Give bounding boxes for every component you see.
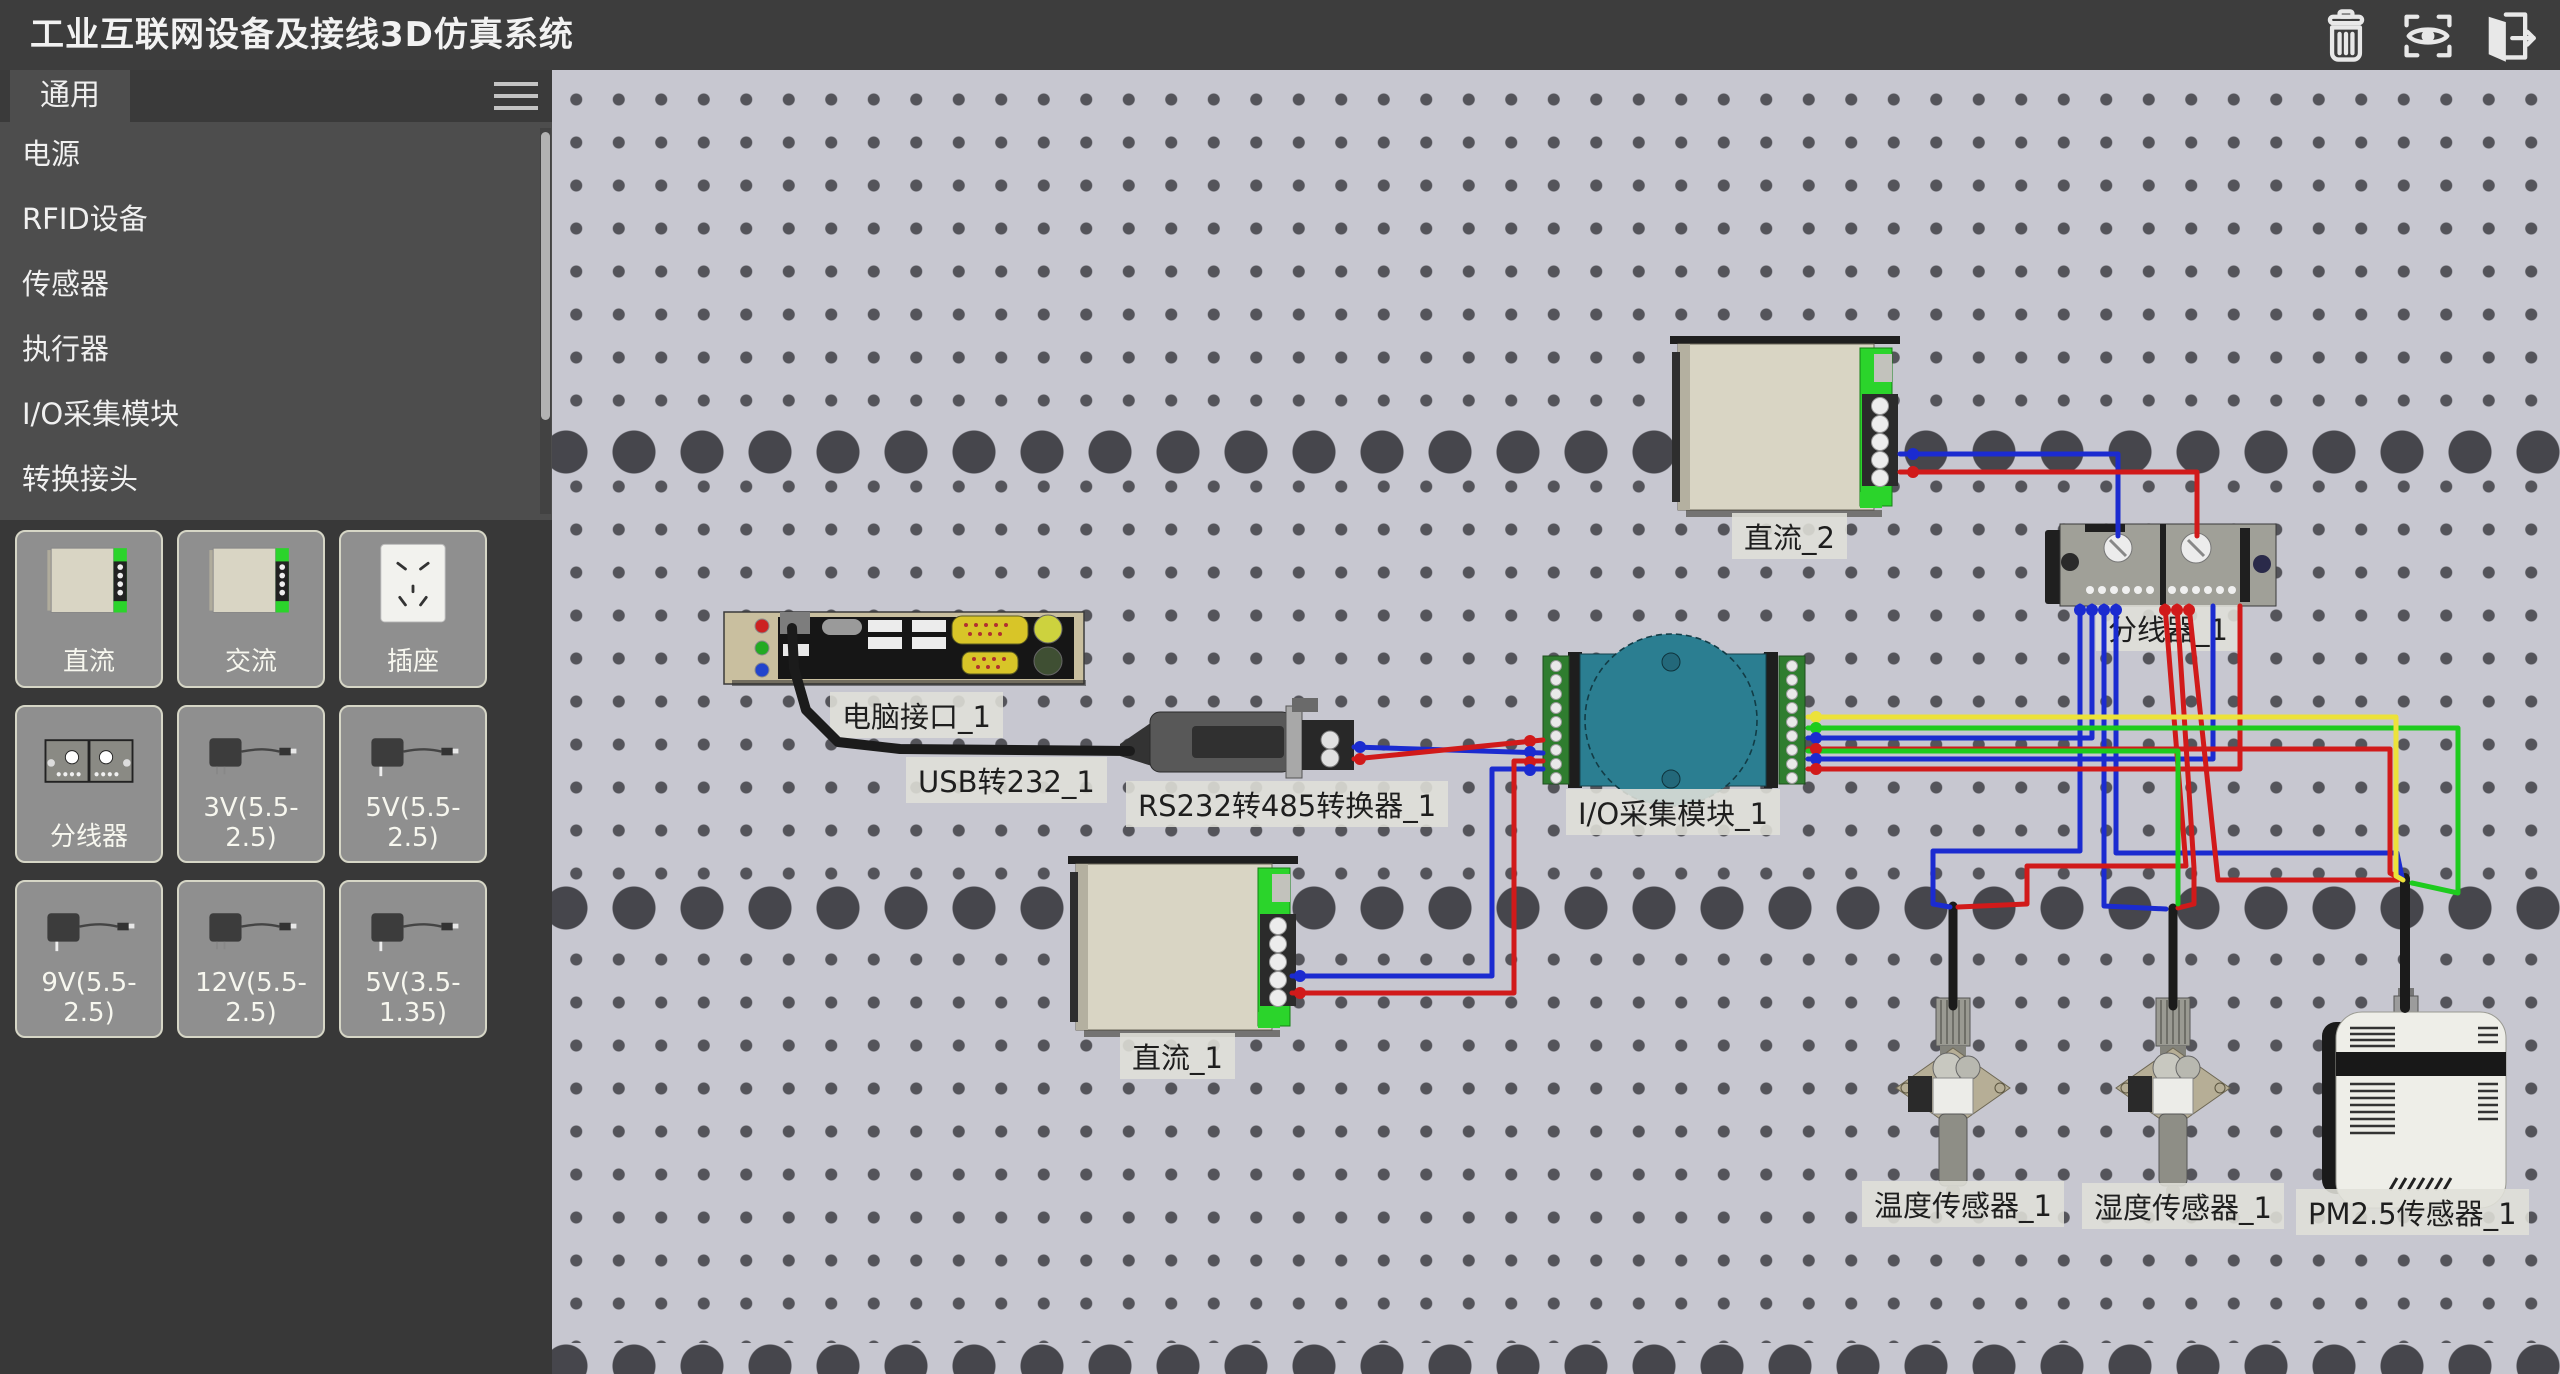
label-pm25-sensor: PM2.5传感器_1 <box>2296 1189 2529 1235</box>
pegboard-big-dot-band <box>552 1343 2560 1374</box>
tile-label: 3V(5.5-2.5) <box>179 793 323 853</box>
tile-label: 5V(3.5-1.35) <box>341 968 485 1028</box>
label-rs232-485: RS232转485转换器_1 <box>1126 781 1448 827</box>
label-splitter: 分线器_1 <box>2096 605 2240 651</box>
label-dc-2: 直流_2 <box>1732 513 1847 559</box>
label-humidity-sensor: 湿度传感器_1 <box>2082 1183 2284 1229</box>
dc-module-thumb <box>19 536 159 636</box>
category-rfid[interactable]: RFID设备 <box>0 187 552 252</box>
tile-label: 5V(5.5-2.5) <box>341 793 485 853</box>
tile-dc[interactable]: 直流 <box>15 530 163 688</box>
tab-general[interactable]: 通用 <box>10 70 130 122</box>
tile-adapter-12v[interactable]: 12V(5.5-2.5) <box>177 880 325 1038</box>
menu-icon[interactable] <box>494 82 538 110</box>
ac-module-thumb <box>181 536 321 636</box>
splitter-thumb <box>19 711 159 811</box>
tile-label: 交流 <box>179 641 323 678</box>
app-window: 电脑接口_1 USB转232_1 RS232转485转换器_1 直流_1 直流_… <box>0 0 2560 1374</box>
sidebar-tab-row: 通用 <box>0 70 552 122</box>
category-list: 电源 RFID设备 传感器 执行器 I/O采集模块 转换接头 <box>0 122 552 520</box>
socket-thumb <box>343 536 483 636</box>
pegboard-big-dot-band <box>552 885 2560 931</box>
tile-label: 插座 <box>341 641 485 678</box>
tile-label: 直流 <box>17 641 161 678</box>
tile-label: 分线器 <box>17 816 161 853</box>
sidebar-scrollbar[interactable] <box>540 128 551 514</box>
scrollbar-thumb[interactable] <box>541 132 550 420</box>
label-io-module: I/O采集模块_1 <box>1566 789 1780 835</box>
category-actuator[interactable]: 执行器 <box>0 317 552 382</box>
component-sidebar: 通用 电源 RFID设备 传感器 执行器 I/O采集模块 转换接头 <box>0 70 552 1374</box>
category-io-module[interactable]: I/O采集模块 <box>0 382 552 447</box>
view-focus-icon[interactable] <box>2398 6 2458 66</box>
category-power[interactable]: 电源 <box>0 122 552 187</box>
tile-ac[interactable]: 交流 <box>177 530 325 688</box>
tile-adapter-3v[interactable]: 3V(5.5-2.5) <box>177 705 325 863</box>
tile-adapter-9v[interactable]: 9V(5.5-2.5) <box>15 880 163 1038</box>
tile-label: 9V(5.5-2.5) <box>17 968 161 1028</box>
pegboard-big-dot-band <box>552 429 2560 475</box>
tile-label: 12V(5.5-2.5) <box>179 968 323 1028</box>
tile-adapter-5v[interactable]: 5V(5.5-2.5) <box>339 705 487 863</box>
tile-socket[interactable]: 插座 <box>339 530 487 688</box>
app-title: 工业互联网设备及接线3D仿真系统 <box>30 0 574 70</box>
title-bar: 工业互联网设备及接线3D仿真系统 <box>0 0 2560 70</box>
label-dc-1: 直流_1 <box>1120 1033 1235 1079</box>
label-temp-sensor: 温度传感器_1 <box>1862 1181 2064 1227</box>
exit-icon[interactable] <box>2478 6 2538 66</box>
category-sensor[interactable]: 传感器 <box>0 252 552 317</box>
label-pc-interface: 电脑接口_1 <box>830 692 1003 738</box>
tile-adapter-5v-small[interactable]: 5V(3.5-1.35) <box>339 880 487 1038</box>
component-tile-grid: 直流 交流 <box>0 520 552 1374</box>
label-usb-232: USB转232_1 <box>906 757 1107 803</box>
tile-splitter[interactable]: 分线器 <box>15 705 163 863</box>
trash-icon[interactable] <box>2316 6 2376 66</box>
category-converter[interactable]: 转换接头 <box>0 447 552 512</box>
